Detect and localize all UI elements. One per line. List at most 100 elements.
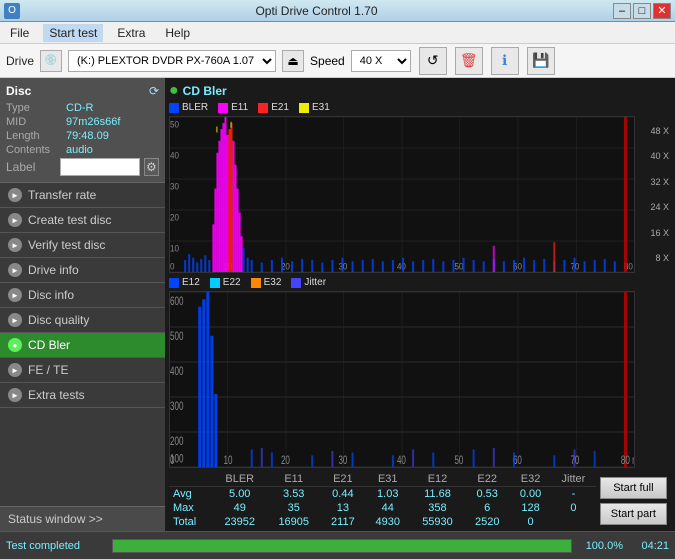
menu-help[interactable]: Help bbox=[159, 24, 196, 42]
total-e32: 0 bbox=[510, 515, 551, 529]
svg-text:20: 20 bbox=[170, 212, 179, 223]
total-e22: 2520 bbox=[464, 515, 509, 529]
maximize-button[interactable]: □ bbox=[633, 3, 651, 19]
drive-info-icon: ► bbox=[8, 263, 22, 277]
svg-text:80 min: 80 min bbox=[621, 455, 635, 468]
row-label-max: Max bbox=[169, 501, 213, 515]
status-text: Test completed bbox=[6, 540, 106, 552]
sidebar-item-verify-test-disc[interactable]: ► Verify test disc bbox=[0, 233, 165, 258]
col-header-e12: E12 bbox=[410, 472, 464, 487]
cd-bler-chart-icon: ● bbox=[169, 82, 179, 100]
progress-percent: 100.0% bbox=[578, 540, 623, 552]
avg-e21: 0.44 bbox=[321, 487, 365, 502]
drive-selector[interactable]: (K:) PLEXTOR DVDR PX-760A 1.07 bbox=[68, 50, 276, 72]
fe-te-icon: ► bbox=[8, 363, 22, 377]
col-header-e22: E22 bbox=[464, 472, 509, 487]
sidebar-item-disc-info[interactable]: ► Disc info bbox=[0, 283, 165, 308]
svg-text:10: 10 bbox=[223, 455, 232, 468]
menu-extra[interactable]: Extra bbox=[111, 24, 151, 42]
svg-text:200: 200 bbox=[170, 436, 184, 449]
start-full-button[interactable]: Start full bbox=[600, 477, 667, 499]
start-part-button[interactable]: Start part bbox=[600, 503, 667, 525]
sidebar-item-cd-bler[interactable]: ● CD Bler bbox=[0, 333, 165, 358]
svg-text:30: 30 bbox=[170, 181, 179, 192]
avg-e12: 11.68 bbox=[410, 487, 464, 502]
disc-mid-value: 97m26s66f bbox=[66, 116, 120, 128]
verify-test-disc-icon: ► bbox=[8, 238, 22, 252]
chart2-legend: E12 E22 E32 Jitter bbox=[169, 277, 671, 288]
disc-panel: Disc ⟳ Type CD-R MID 97m26s66f Length 79… bbox=[0, 78, 165, 183]
sidebar-label-drive-info: Drive info bbox=[28, 263, 79, 277]
drive-icon: 💿 bbox=[40, 50, 62, 72]
avg-jitter: - bbox=[551, 487, 596, 502]
drivebar: Drive 💿 (K:) PLEXTOR DVDR PX-760A 1.07 ⏏… bbox=[0, 44, 675, 78]
svg-text:50: 50 bbox=[454, 261, 463, 272]
sidebar-label-cd-bler: CD Bler bbox=[28, 338, 70, 352]
sidebar-item-drive-info[interactable]: ► Drive info bbox=[0, 258, 165, 283]
progress-time: 04:21 bbox=[629, 540, 669, 552]
sidebar-label-disc-quality: Disc quality bbox=[28, 313, 89, 327]
avg-e22: 0.53 bbox=[464, 487, 509, 502]
sidebar-item-fe-te[interactable]: ► FE / TE bbox=[0, 358, 165, 383]
status-window-label: Status window >> bbox=[8, 512, 103, 526]
disc-panel-title: Disc bbox=[6, 84, 31, 98]
disc-refresh-icon[interactable]: ⟳ bbox=[149, 84, 159, 98]
total-e11: 16905 bbox=[267, 515, 321, 529]
svg-text:50: 50 bbox=[170, 119, 179, 130]
col-header-e32: E32 bbox=[510, 472, 551, 487]
speed-selector[interactable]: 40 X bbox=[351, 50, 411, 72]
max-bler: 49 bbox=[213, 501, 267, 515]
info-button[interactable]: ℹ bbox=[491, 47, 519, 75]
chart2-y-axis bbox=[635, 291, 671, 468]
col-header-jitter: Jitter bbox=[551, 472, 596, 487]
svg-text:50: 50 bbox=[454, 455, 463, 468]
cd-bler-chart-title: CD Bler bbox=[183, 84, 227, 98]
disc-label-input[interactable] bbox=[60, 158, 140, 176]
chart2-svg-wrap: 600 500 400 300 200 100 0 10 20 30 40 50… bbox=[169, 291, 635, 468]
label-gear-button[interactable]: ⚙ bbox=[144, 158, 159, 176]
total-e12: 55930 bbox=[410, 515, 464, 529]
avg-e31: 1.03 bbox=[365, 487, 410, 502]
sidebar-label-fe-te: FE / TE bbox=[28, 363, 68, 377]
app-title: Opti Drive Control 1.70 bbox=[20, 4, 613, 18]
sidebar-item-create-test-disc[interactable]: ► Create test disc bbox=[0, 208, 165, 233]
status-window-button[interactable]: Status window >> bbox=[0, 506, 165, 531]
disc-label-label: Label bbox=[6, 160, 56, 174]
svg-text:500: 500 bbox=[170, 331, 184, 344]
disc-quality-icon: ► bbox=[8, 313, 22, 327]
speed-label: Speed bbox=[310, 54, 345, 68]
main-area: Disc ⟳ Type CD-R MID 97m26s66f Length 79… bbox=[0, 78, 675, 531]
create-test-disc-icon: ► bbox=[8, 213, 22, 227]
sidebar-item-extra-tests[interactable]: ► Extra tests bbox=[0, 383, 165, 408]
disc-length-value: 79:48.09 bbox=[66, 130, 109, 142]
svg-text:600: 600 bbox=[170, 296, 184, 309]
progress-bar bbox=[112, 539, 572, 553]
minimize-button[interactable]: – bbox=[613, 3, 631, 19]
menu-start-test[interactable]: Start test bbox=[43, 24, 103, 42]
col-header-e21: E21 bbox=[321, 472, 365, 487]
sidebar-item-transfer-rate[interactable]: ► Transfer rate bbox=[0, 183, 165, 208]
row-label-avg: Avg bbox=[169, 487, 213, 502]
disc-contents-value: audio bbox=[66, 144, 93, 156]
refresh-button[interactable]: ↺ bbox=[419, 47, 447, 75]
chart1-section: ● CD Bler BLER E11 E21 E31 bbox=[165, 78, 675, 275]
svg-text:300: 300 bbox=[170, 401, 184, 414]
table-row-max: Max 49 35 13 44 358 6 128 0 bbox=[169, 501, 596, 515]
avg-e11: 3.53 bbox=[267, 487, 321, 502]
total-jitter bbox=[551, 515, 596, 529]
sidebar-item-disc-quality[interactable]: ► Disc quality bbox=[0, 308, 165, 333]
disc-info-icon: ► bbox=[8, 288, 22, 302]
max-e12: 358 bbox=[410, 501, 464, 515]
chart1-svg-wrap: 0 10 20 30 40 50 60 70 80 min 50 40 30 2… bbox=[169, 116, 635, 273]
max-e31: 44 bbox=[365, 501, 410, 515]
bottom-bar: Test completed 100.0% 04:21 bbox=[0, 531, 675, 559]
menu-file[interactable]: File bbox=[4, 24, 35, 42]
eject-button[interactable]: ⏏ bbox=[282, 50, 304, 72]
avg-e32: 0.00 bbox=[510, 487, 551, 502]
sidebar: Disc ⟳ Type CD-R MID 97m26s66f Length 79… bbox=[0, 78, 165, 531]
erase-button[interactable]: 🗑 bbox=[455, 47, 483, 75]
save-button[interactable]: 💾 bbox=[527, 47, 555, 75]
max-e11: 35 bbox=[267, 501, 321, 515]
close-button[interactable]: ✕ bbox=[653, 3, 671, 19]
svg-text:0: 0 bbox=[170, 261, 175, 272]
